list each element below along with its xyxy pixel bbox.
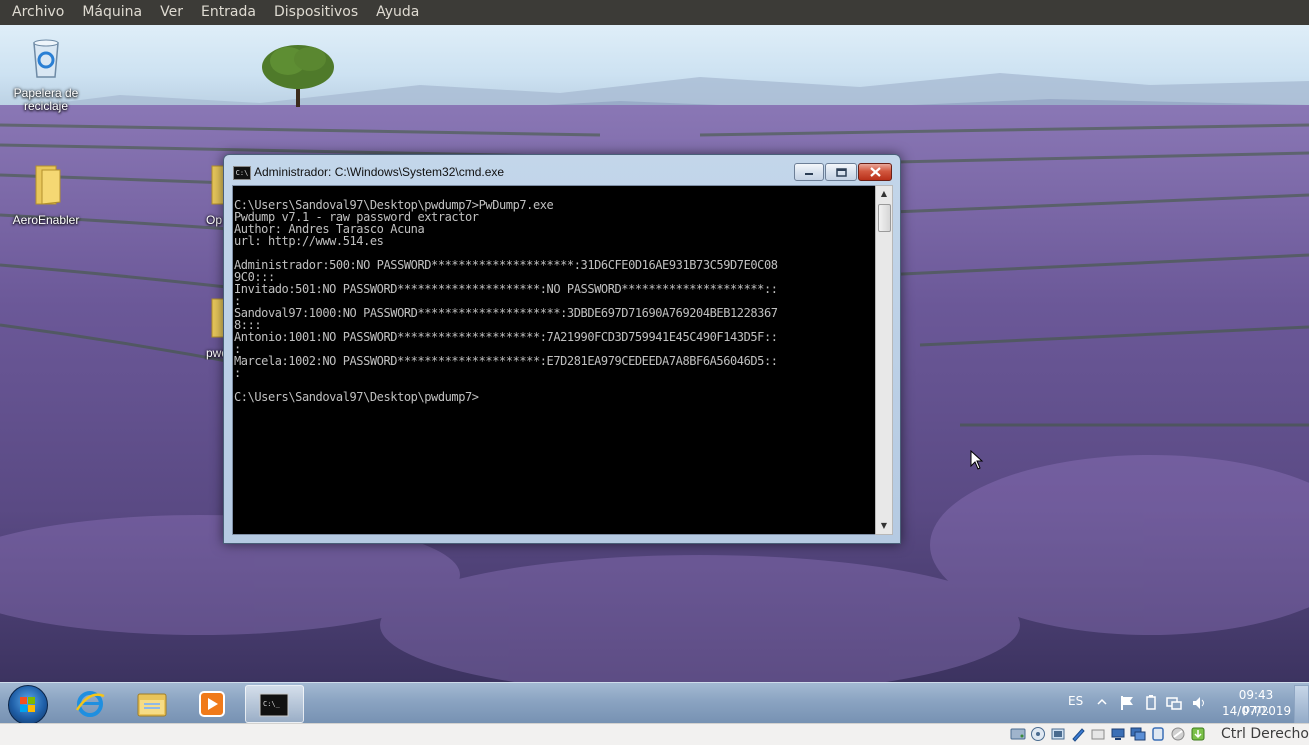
minimize-button[interactable] (794, 163, 824, 181)
taskbar-internet-explorer[interactable] (62, 685, 119, 721)
host-key-label: Ctrl Derecho (1221, 726, 1309, 742)
mouse-cursor-icon (970, 450, 984, 470)
desktop-icon-label: pwd (206, 346, 224, 360)
desktop-icon-op-partial[interactable]: Op (200, 160, 224, 227)
folder-icon (35, 165, 61, 205)
menu-ayuda[interactable]: Ayuda (367, 0, 428, 25)
action-center-flag-icon[interactable] (1119, 695, 1135, 711)
network-icon[interactable] (1166, 695, 1182, 711)
cpu-icon[interactable] (1170, 726, 1186, 742)
maximize-button[interactable] (825, 163, 857, 181)
desktop-icon-aeroenabler[interactable]: AeroEnabler (6, 160, 86, 227)
clock-date[interactable]: 14/07/2019 (1222, 704, 1291, 718)
scrollbar-thumb[interactable] (878, 204, 891, 232)
start-button[interactable] (8, 685, 48, 725)
desktop-icon-recycle-bin[interactable]: Papelera de reciclaje (6, 33, 86, 113)
close-icon (869, 167, 881, 177)
minimize-icon (805, 173, 813, 175)
audio-icon[interactable] (1050, 726, 1066, 742)
desktop-icon-label: Op (206, 213, 223, 227)
taskbar-cmd[interactable]: C:\_ (245, 685, 304, 723)
cmd-output: C:\Users\Sandoval97\Desktop\pwdump7>PwDu… (234, 198, 778, 404)
show-desktop-button[interactable] (1294, 685, 1309, 724)
folder-icon (211, 298, 224, 338)
desktop-icon-label: AeroEnabler (12, 213, 80, 227)
cmd-titlebar[interactable]: C:\ Administrador: C:\Windows\System32\c… (224, 155, 900, 185)
cmd-icon: C:\ (233, 166, 251, 180)
recycle-bin-icon (33, 39, 59, 78)
menu-dispositivos[interactable]: Dispositivos (265, 0, 367, 25)
scroll-down-arrow-icon[interactable]: ▼ (876, 518, 892, 534)
cmd-window[interactable]: C:\ Administrador: C:\Windows\System32\c… (223, 154, 901, 544)
shared-folders-icon[interactable] (1110, 726, 1126, 742)
vbox-menubar: Archivo Máquina Ver Entrada Dispositivos… (0, 0, 1309, 25)
show-hidden-icons-icon[interactable] (1097, 697, 1107, 707)
language-indicator[interactable]: ES (1068, 694, 1083, 708)
menu-archivo[interactable]: Archivo (0, 0, 73, 25)
taskbar-file-explorer[interactable] (124, 685, 181, 721)
usb-icon[interactable] (1090, 726, 1106, 742)
wallpaper-tree (262, 45, 334, 107)
internet-explorer-icon (75, 691, 105, 717)
desktop-icon-pwdump-partial[interactable]: pwd (200, 293, 224, 360)
mouse-integration-icon[interactable] (1190, 726, 1206, 742)
svg-text:C:\_: C:\_ (263, 700, 281, 708)
volume-icon[interactable] (1191, 695, 1207, 711)
folder-icon (211, 165, 224, 205)
cmd-console[interactable]: C:\Users\Sandoval97\Desktop\pwdump7>PwDu… (232, 185, 876, 535)
media-player-icon (199, 691, 225, 717)
vbox-statusbar: Ctrl Derecho (0, 723, 1309, 745)
video-capture-icon[interactable] (1150, 726, 1166, 742)
taskbar-media-player[interactable] (184, 685, 241, 721)
taskbar: C:\_ ES 09:43 p.m. 14/07/2019 (0, 682, 1309, 725)
file-explorer-icon (137, 693, 167, 717)
menu-maquina[interactable]: Máquina (73, 0, 151, 25)
desktop-icon-label: Papelera de reciclaje (13, 86, 79, 113)
scroll-up-arrow-icon[interactable]: ▲ (876, 186, 892, 202)
maximize-icon (835, 167, 847, 177)
close-button[interactable] (858, 163, 892, 181)
hard-disk-icon[interactable] (1010, 726, 1026, 742)
menu-entrada[interactable]: Entrada (192, 0, 265, 25)
cmd-taskbar-icon: C:\_ (259, 693, 289, 717)
windows-logo-icon (20, 697, 35, 712)
power-icon[interactable] (1143, 695, 1159, 711)
network-adapter-icon[interactable] (1070, 726, 1086, 742)
cmd-scrollbar[interactable]: ▲ ▼ (875, 185, 893, 535)
menu-ver[interactable]: Ver (151, 0, 192, 25)
display-icon[interactable] (1130, 726, 1146, 742)
cmd-window-title: Administrador: C:\Windows\System32\cmd.e… (254, 165, 505, 179)
optical-drive-icon[interactable] (1030, 726, 1046, 742)
